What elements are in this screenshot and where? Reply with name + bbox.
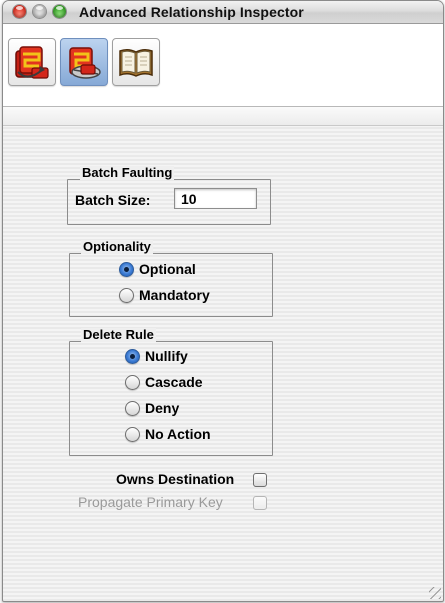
toolbar [3,24,443,107]
documentation-button[interactable] [112,38,160,86]
entity-model-icon [15,46,49,79]
relationship-model-icon [69,47,101,79]
mandatory-radio-button[interactable] [119,288,134,303]
no-action-radio-button[interactable] [125,427,140,442]
owns-destination-label[interactable]: Owns Destination [116,471,234,487]
zoom-button[interactable] [53,5,66,18]
no-action-radio-label[interactable]: No Action [145,426,211,442]
title-bar[interactable]: Advanced Relationship Inspector [3,1,443,24]
cascade-radio-button[interactable] [125,375,140,390]
owns-destination-check[interactable] [253,473,267,487]
batch-faulting-label: Batch Faulting [80,165,175,180]
nullify-radio-label[interactable]: Nullify [145,348,188,364]
optional-radio-button[interactable] [119,262,134,277]
mandatory-radio-label[interactable]: Mandatory [139,287,210,303]
batch-size-label: Batch Size: [75,192,151,208]
inspector-window: Advanced Relationship Inspector Batch Fa… [2,0,444,602]
deny-radio-label[interactable]: Deny [145,400,179,416]
batch-size-field[interactable]: 10 [174,188,257,209]
book-icon [119,48,153,77]
optional-radio-label[interactable]: Optional [139,261,196,277]
relationship-inspector-button[interactable] [60,38,108,86]
deny-radio-button[interactable] [125,401,140,416]
propagate-primary-key-check[interactable] [253,496,267,510]
window-title: Advanced Relationship Inspector [79,4,304,20]
minimize-button[interactable] [33,5,46,18]
propagate-primary-key-label[interactable]: Propagate Primary Key [78,494,223,510]
resize-grip[interactable] [429,587,441,599]
entity-inspector-button[interactable] [8,38,56,86]
nullify-radio-button[interactable] [125,349,140,364]
optionality-label: Optionality [81,239,153,254]
delete-rule-label: Delete Rule [81,327,156,342]
toolbar-separator [3,107,443,126]
close-button[interactable] [13,5,26,18]
cascade-radio-label[interactable]: Cascade [145,374,203,390]
